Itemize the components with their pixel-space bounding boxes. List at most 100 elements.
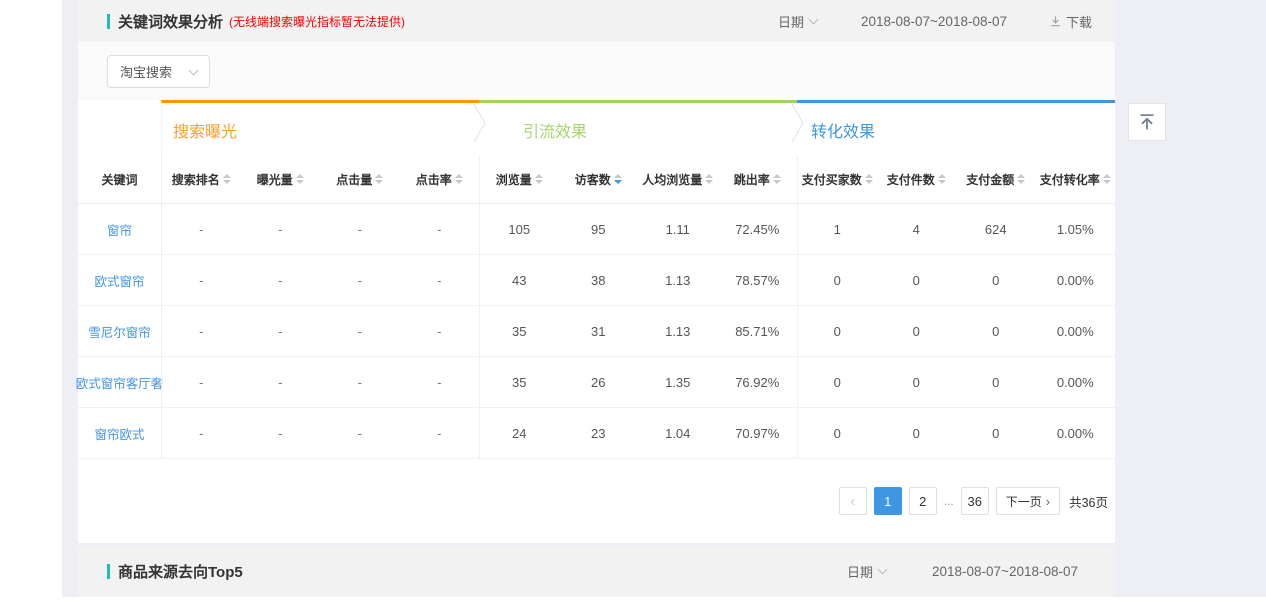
table-cell: 1.05% [1036, 204, 1116, 254]
table-cell: 26 [559, 357, 639, 407]
search-channel-value: 淘宝搜索 [120, 62, 172, 81]
table-cell: 624 [956, 204, 1036, 254]
table-row: 窗帘----105951.1172.45%146241.05% [78, 204, 1115, 255]
chevron-down-icon [878, 565, 888, 575]
table-cell: 31 [559, 306, 639, 356]
table-cell: 72.45% [718, 204, 798, 254]
column-header-12[interactable]: 支付转化率 [1036, 155, 1116, 203]
keyword-cell: 雪尼尔窗帘 [78, 306, 161, 356]
column-header-label: 点击率 [416, 171, 452, 188]
source-panel-header: 商品来源去向Top5 日期 2018-08-07~2018-08-07 [78, 546, 1115, 597]
keyword-panel-note: (无线端搜索曝光指标暂无法提供) [229, 13, 405, 30]
table-cell: 85.71% [718, 306, 798, 356]
search-channel-select[interactable]: 淘宝搜索 [107, 55, 210, 88]
date-filter-dropdown[interactable]: 日期 [778, 12, 817, 31]
date-filter-dropdown[interactable]: 日期 [847, 562, 886, 581]
table-cell: - [320, 204, 400, 254]
keyword-link[interactable]: 窗帘欧式 [94, 424, 144, 443]
keyword-link[interactable]: 雪尼尔窗帘 [88, 322, 151, 341]
download-icon [1049, 15, 1062, 28]
left-sidebar-strip [0, 0, 62, 606]
table-cell: - [161, 306, 241, 356]
bottom-white-strip [0, 597, 1266, 606]
keyword-panel-header: 关键词效果分析 (无线端搜索曝光指标暂无法提供) 日期 2018-08-07~2… [78, 0, 1115, 42]
download-label: 下载 [1066, 12, 1092, 31]
table-cell: - [161, 204, 241, 254]
sort-icon[interactable] [535, 174, 543, 184]
table-cell: - [320, 306, 400, 356]
column-header-9[interactable]: 支付买家数 [797, 155, 877, 203]
sort-icon[interactable] [773, 174, 781, 184]
column-header-8[interactable]: 跳出率 [718, 155, 798, 203]
column-header-5[interactable]: 浏览量 [479, 155, 559, 203]
page-button-1[interactable]: 1 [874, 487, 902, 515]
table-cell: - [241, 357, 321, 407]
table-cell: 35 [479, 357, 559, 407]
column-header-label: 支付买家数 [802, 171, 862, 188]
prev-page-button[interactable]: ‹ [839, 487, 867, 515]
table-group-header-row: 搜索曝光 引流效果 转化效果 [78, 100, 1115, 155]
sort-icon[interactable] [223, 174, 231, 184]
table-cell: 1.35 [638, 357, 718, 407]
sort-icon[interactable] [865, 174, 873, 184]
keyword-link[interactable]: 窗帘 [107, 220, 132, 239]
sort-icon[interactable] [614, 174, 622, 184]
column-header-7[interactable]: 人均浏览量 [638, 155, 718, 203]
column-header-label: 跳出率 [734, 171, 770, 188]
table-cell: 70.97% [718, 408, 798, 458]
column-header-3[interactable]: 点击量 [320, 155, 400, 203]
download-button[interactable]: 下载 [1049, 12, 1092, 31]
column-header-label: 访客数 [575, 171, 611, 188]
table-cell: 38 [559, 255, 639, 305]
table-cell: 0 [877, 408, 957, 458]
table-cell: 24 [479, 408, 559, 458]
sort-icon[interactable] [938, 174, 946, 184]
sort-icon[interactable] [1017, 174, 1025, 184]
pagination-ellipsis: ... [944, 494, 954, 508]
table-cell: 1.11 [638, 204, 718, 254]
column-header-11[interactable]: 支付金额 [956, 155, 1036, 203]
column-header-10[interactable]: 支付件数 [877, 155, 957, 203]
group-header-traffic-effect: 引流效果 [479, 100, 797, 155]
back-to-top-button[interactable] [1128, 103, 1166, 141]
column-header-6[interactable]: 访客数 [559, 155, 639, 203]
table-cell: - [241, 204, 321, 254]
table-cell: 78.57% [718, 255, 798, 305]
table-cell: - [241, 306, 321, 356]
column-header-label: 支付转化率 [1040, 171, 1100, 188]
chevron-down-icon [189, 66, 199, 76]
next-page-button[interactable]: 下一页 › [996, 487, 1060, 515]
column-header-label: 点击量 [336, 171, 372, 188]
main-content: 关键词效果分析 (无线端搜索曝光指标暂无法提供) 日期 2018-08-07~2… [78, 0, 1115, 543]
keyword-link[interactable]: 欧式窗帘 [94, 271, 144, 290]
sort-icon[interactable] [375, 174, 383, 184]
date-range-value: 2018-08-07~2018-08-07 [861, 14, 1007, 29]
table-cell: - [241, 408, 321, 458]
table-cell: - [400, 357, 480, 407]
next-page-label: 下一页 [1006, 493, 1042, 510]
column-header-2[interactable]: 曝光量 [241, 155, 321, 203]
sort-icon[interactable] [1103, 174, 1111, 184]
column-header-0: 关键词 [78, 155, 161, 203]
sort-icon[interactable] [705, 174, 713, 184]
group-label: 搜索曝光 [173, 124, 237, 141]
sort-icon[interactable] [296, 174, 304, 184]
table-cell: 1.13 [638, 306, 718, 356]
back-to-top-icon [1136, 111, 1158, 133]
column-header-1[interactable]: 搜索排名 [161, 155, 241, 203]
table-cell: - [161, 357, 241, 407]
page-button-2[interactable]: 2 [909, 487, 937, 515]
table-row: 欧式窗帘----43381.1378.57%0000.00% [78, 255, 1115, 306]
table-cell: 0 [877, 306, 957, 356]
table-cell: - [241, 255, 321, 305]
table-row: 雪尼尔窗帘----35311.1385.71%0000.00% [78, 306, 1115, 357]
sort-icon[interactable] [455, 174, 463, 184]
table-cell: 0.00% [1036, 255, 1116, 305]
keyword-link[interactable]: 欧式窗帘客厅奢 [76, 373, 164, 392]
section-divider-chevron [791, 104, 806, 144]
table-cell: 76.92% [718, 357, 798, 407]
page-button-36[interactable]: 36 [961, 487, 989, 515]
table-cell: - [400, 306, 480, 356]
table-cell: 1 [797, 204, 877, 254]
column-header-4[interactable]: 点击率 [400, 155, 480, 203]
